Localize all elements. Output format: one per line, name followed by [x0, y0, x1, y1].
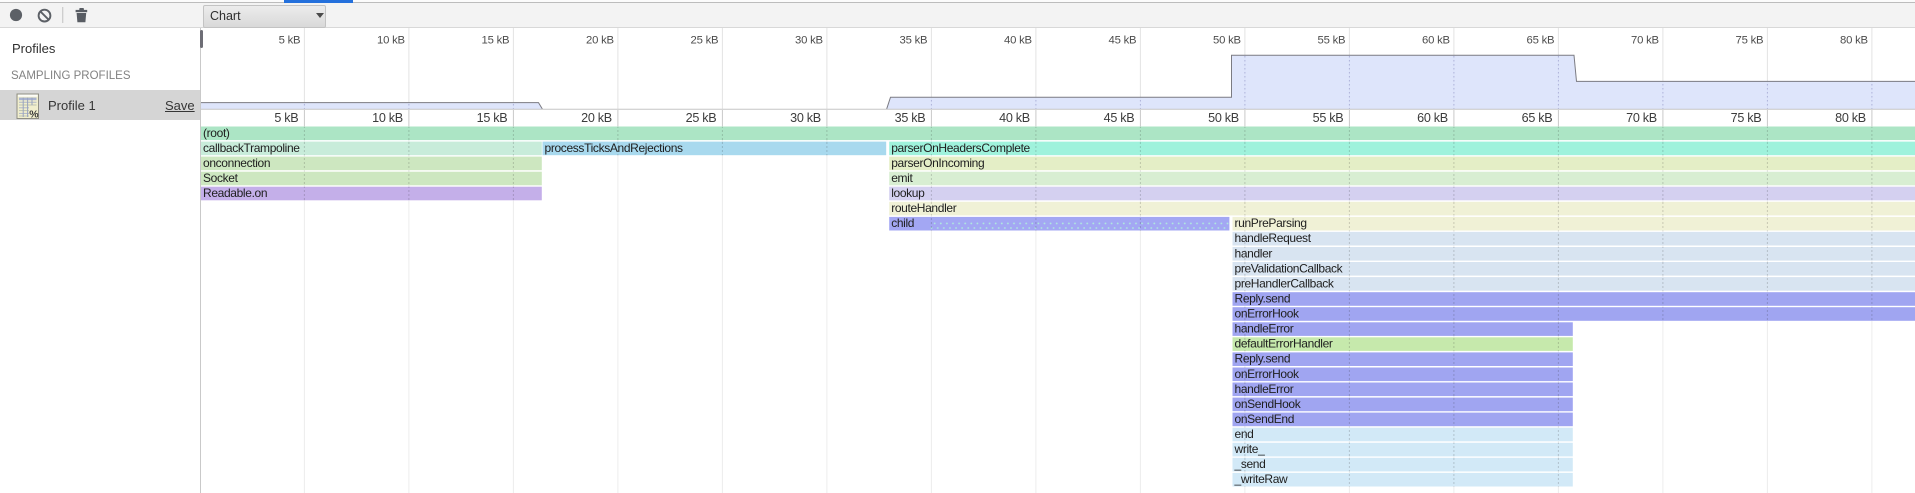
svg-text:5 kB: 5 kB: [279, 35, 301, 47]
svg-text:50 kB: 50 kB: [1208, 111, 1239, 125]
svg-text:20 kB: 20 kB: [586, 35, 614, 47]
svg-text:40 kB: 40 kB: [999, 111, 1030, 125]
svg-text:75 kB: 75 kB: [1731, 111, 1762, 125]
svg-text:50 kB: 50 kB: [1213, 35, 1241, 47]
svg-text:onErrorHook: onErrorHook: [1235, 367, 1301, 381]
svg-text:30 kB: 30 kB: [795, 35, 823, 47]
svg-text:handleError: handleError: [1235, 382, 1294, 396]
svg-text:parserOnIncoming: parserOnIncoming: [891, 156, 984, 170]
svg-text:10 kB: 10 kB: [377, 35, 405, 47]
svg-text:Socket: Socket: [203, 171, 239, 185]
svg-text:callbackTrampoline: callbackTrampoline: [203, 141, 300, 155]
svg-text:onconnection: onconnection: [203, 156, 270, 170]
svg-text:Reply.send: Reply.send: [1235, 292, 1291, 306]
svg-text:defaultErrorHandler: defaultErrorHandler: [1235, 337, 1333, 351]
svg-text:processTicksAndRejections: processTicksAndRejections: [545, 141, 684, 155]
svg-text:end: end: [1235, 427, 1254, 441]
svg-text:handleError: handleError: [1235, 322, 1294, 336]
svg-text:child: child: [891, 216, 914, 230]
svg-text:40 kB: 40 kB: [1004, 35, 1032, 47]
svg-text:runPreParsing: runPreParsing: [1235, 216, 1307, 230]
svg-text:25 kB: 25 kB: [691, 35, 719, 47]
svg-text:_send: _send: [1234, 457, 1266, 471]
svg-text:80 kB: 80 kB: [1840, 35, 1868, 47]
svg-text:65 kB: 65 kB: [1522, 111, 1553, 125]
svg-text:55 kB: 55 kB: [1318, 35, 1346, 47]
svg-text:15 kB: 15 kB: [477, 111, 508, 125]
svg-text:80 kB: 80 kB: [1835, 111, 1866, 125]
svg-text:onSendEnd: onSendEnd: [1235, 412, 1295, 426]
svg-text:70 kB: 70 kB: [1631, 35, 1659, 47]
svg-text:onErrorHook: onErrorHook: [1235, 307, 1301, 321]
svg-text:handleRequest: handleRequest: [1235, 231, 1312, 245]
svg-text:preHandlerCallback: preHandlerCallback: [1235, 276, 1335, 290]
svg-text:35 kB: 35 kB: [895, 111, 926, 125]
svg-text:emit: emit: [891, 171, 913, 185]
svg-text:lookup: lookup: [891, 186, 925, 200]
svg-text:parserOnHeadersComplete: parserOnHeadersComplete: [891, 141, 1030, 155]
svg-text:20 kB: 20 kB: [581, 111, 612, 125]
svg-text:25 kB: 25 kB: [686, 111, 717, 125]
svg-text:45 kB: 45 kB: [1104, 111, 1135, 125]
svg-text:%: %: [29, 108, 39, 120]
svg-text:60 kB: 60 kB: [1422, 35, 1450, 47]
svg-text:60 kB: 60 kB: [1417, 111, 1448, 125]
svg-text:(root): (root): [203, 126, 230, 140]
svg-text:10 kB: 10 kB: [372, 111, 403, 125]
svg-text:35 kB: 35 kB: [900, 35, 928, 47]
svg-text:45 kB: 45 kB: [1109, 35, 1137, 47]
svg-text:15 kB: 15 kB: [482, 35, 510, 47]
svg-text:handler: handler: [1235, 246, 1273, 260]
svg-text:_writeRaw: _writeRaw: [1234, 472, 1289, 486]
svg-text:30 kB: 30 kB: [790, 111, 821, 125]
svg-text:5 kB: 5 kB: [274, 111, 298, 125]
svg-text:routeHandler: routeHandler: [891, 201, 957, 215]
svg-text:write_: write_: [1234, 442, 1266, 456]
svg-text:70 kB: 70 kB: [1626, 111, 1657, 125]
svg-text:75 kB: 75 kB: [1736, 35, 1764, 47]
svg-text:Reply.send: Reply.send: [1235, 352, 1291, 366]
svg-text:preValidationCallback: preValidationCallback: [1235, 261, 1344, 275]
svg-text:65 kB: 65 kB: [1527, 35, 1555, 47]
svg-text:Readable.on: Readable.on: [203, 186, 267, 200]
svg-text:onSendHook: onSendHook: [1235, 397, 1302, 411]
svg-text:55 kB: 55 kB: [1313, 111, 1344, 125]
